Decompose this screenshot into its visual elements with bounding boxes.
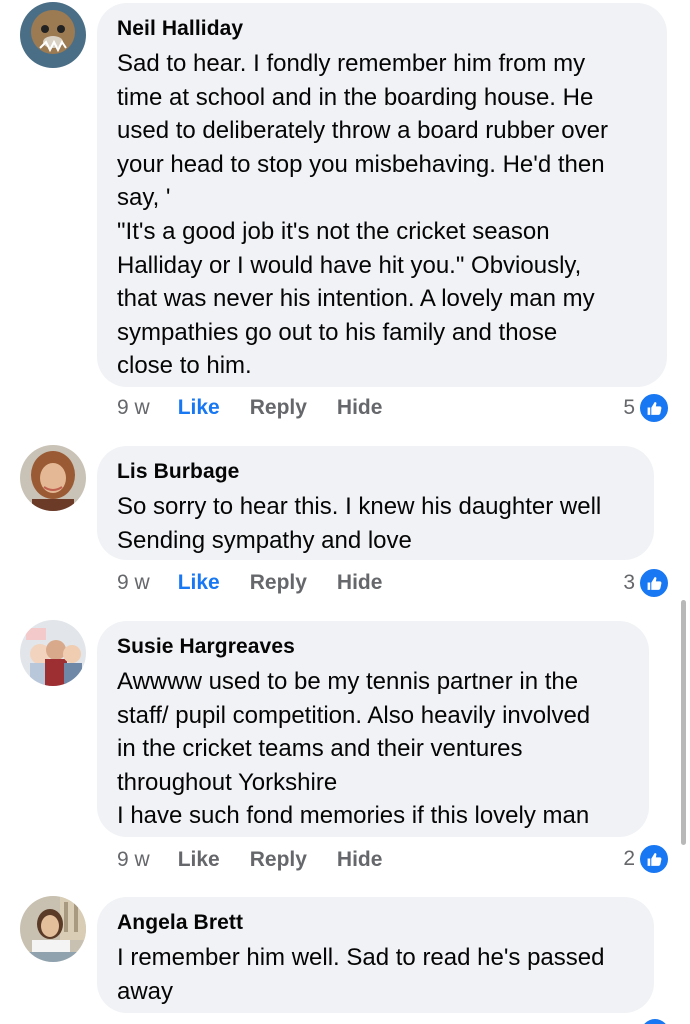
avatar[interactable] xyxy=(20,620,86,686)
reaction-count: 5 xyxy=(623,396,635,419)
comment-text: I remember him well. Sad to read he's pa… xyxy=(117,941,634,1008)
comment-line: in the cricket teams and their ventures xyxy=(117,735,523,763)
comment-line: staff/ pupil competition. Also heavily i… xyxy=(117,701,591,729)
comment-actions: 9 w Like Reply Hide xyxy=(117,845,412,875)
comment-text: So sorry to hear this. I knew his daught… xyxy=(117,490,634,557)
comment-line: Awwww used to be my tennis partner in th… xyxy=(117,668,579,695)
reply-button[interactable]: Reply xyxy=(250,848,307,872)
thumbs-up-icon xyxy=(638,392,670,424)
avatar[interactable] xyxy=(20,896,86,962)
comment-line: close to him. xyxy=(117,352,252,380)
comment-line: throughout Yorkshire xyxy=(117,768,338,796)
comment-line: So sorry to hear this. I knew his daught… xyxy=(117,493,602,520)
comment-line: your head to stop you misbehaving. He'd … xyxy=(117,150,605,178)
comment-author[interactable]: Lis Burbage xyxy=(117,458,634,486)
reaction-count: 2 xyxy=(623,847,635,870)
hide-button[interactable]: Hide xyxy=(337,848,383,872)
comment-author[interactable]: Neil Halliday xyxy=(117,15,647,43)
comment-line: say, ' xyxy=(117,184,171,212)
reply-button[interactable]: Reply xyxy=(250,396,307,420)
comment-actions: 9 w Like Reply Hide xyxy=(117,393,412,423)
comment-line: sympathies go out to his family and thos… xyxy=(117,318,558,346)
reaction-summary[interactable]: 3 xyxy=(623,567,670,599)
scrollbar[interactable] xyxy=(681,600,686,845)
avatar[interactable] xyxy=(20,2,86,68)
avatar[interactable] xyxy=(20,445,86,511)
comment-bubble: Neil Halliday Sad to hear. I fondly reme… xyxy=(97,3,667,387)
like-button[interactable]: Like xyxy=(178,571,220,595)
like-button[interactable]: Like xyxy=(178,396,220,420)
comment-line: I remember him well. Sad to read he's pa… xyxy=(117,944,605,971)
reply-button[interactable]: Reply xyxy=(250,571,307,595)
comment-line: time at school and in the boarding house… xyxy=(117,83,594,111)
comment-author[interactable]: Susie Hargreaves xyxy=(117,633,629,661)
hide-button[interactable]: Hide xyxy=(337,396,383,420)
reaction-summary[interactable]: 5 xyxy=(623,392,670,424)
comment-line: I have such fond memories if this lovely… xyxy=(117,802,590,830)
comment-timestamp[interactable]: 9 w xyxy=(117,396,150,420)
comments-feed: Neil Halliday Sad to hear. I fondly reme… xyxy=(0,0,690,1024)
comment-author[interactable]: Angela Brett xyxy=(117,909,634,937)
comment-bubble: Susie Hargreaves Awwww used to be my ten… xyxy=(97,621,649,837)
thumbs-up-icon xyxy=(638,567,670,599)
comment-line: Sad to hear. I fondly remember him from … xyxy=(117,50,586,77)
comment-line: away xyxy=(117,977,174,1005)
thumbs-up-icon xyxy=(641,1019,669,1024)
comment-text: Sad to hear. I fondly remember him from … xyxy=(117,47,647,383)
comment-timestamp[interactable]: 9 w xyxy=(117,848,150,872)
comment-text: Awwww used to be my tennis partner in th… xyxy=(117,665,629,833)
comment-bubble: Angela Brett I remember him well. Sad to… xyxy=(97,897,654,1013)
reaction-summary[interactable]: 2 xyxy=(623,843,670,875)
reaction-count: 3 xyxy=(623,571,635,594)
like-button[interactable]: Like xyxy=(178,848,220,872)
thumbs-up-icon xyxy=(638,843,670,875)
comment-line: that was never his intention. A lovely m… xyxy=(117,285,595,313)
comment-line: used to deliberately throw a board rubbe… xyxy=(117,117,608,145)
comment-line: Sending sympathy and love xyxy=(117,526,412,554)
comment-line: "It's a good job it's not the cricket se… xyxy=(117,217,550,245)
comment-line: Halliday or I would have hit you." Obvio… xyxy=(117,251,582,279)
comment-actions: 9 w Like Reply Hide xyxy=(117,568,412,598)
comment-bubble: Lis Burbage So sorry to hear this. I kne… xyxy=(97,446,654,560)
comment-timestamp[interactable]: 9 w xyxy=(117,571,150,595)
hide-button[interactable]: Hide xyxy=(337,571,383,595)
